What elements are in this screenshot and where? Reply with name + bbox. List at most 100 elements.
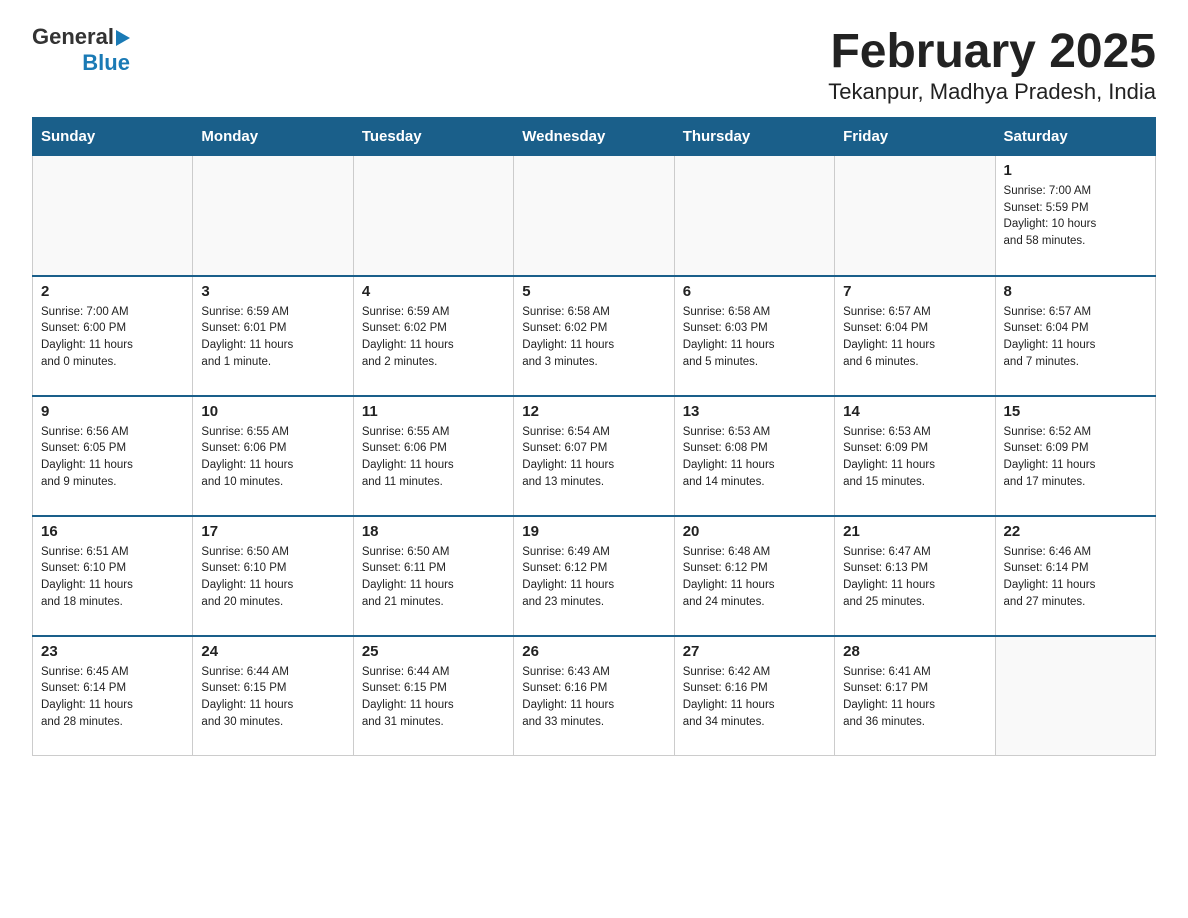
day-number: 7: [843, 283, 986, 300]
day-info: Sunrise: 6:46 AM Sunset: 6:14 PM Dayligh…: [1004, 544, 1147, 611]
calendar-cell: 28 Sunrise: 6:41 AM Sunset: 6:17 PM Dayli…: [835, 636, 995, 756]
calendar-cell: 6Sunrise: 6:58 AM Sunset: 6:03 PM Daylig…: [674, 276, 834, 396]
calendar-header-row: SundayMondayTuesdayWednesdayThursdayFrid…: [33, 118, 1156, 156]
day-number: 21: [843, 523, 986, 540]
calendar-cell: 13 Sunrise: 6:53 AM Sunset: 6:08 PM Dayli…: [674, 396, 834, 516]
logo: General Blue: [32, 24, 130, 76]
calendar-cell: 20 Sunrise: 6:48 AM Sunset: 6:12 PM Dayli…: [674, 516, 834, 636]
calendar-table: SundayMondayTuesdayWednesdayThursdayFrid…: [32, 117, 1156, 756]
weekday-header: Saturday: [995, 118, 1155, 156]
weekday-header: Friday: [835, 118, 995, 156]
title-block: February 2025 Tekanpur, Madhya Pradesh, …: [828, 24, 1156, 105]
day-number: 4: [362, 283, 505, 300]
page-subtitle: Tekanpur, Madhya Pradesh, India: [828, 79, 1156, 105]
calendar-cell: 18 Sunrise: 6:50 AM Sunset: 6:11 PM Dayli…: [353, 516, 513, 636]
day-info: Sunrise: 6:44 AM Sunset: 6:15 PM Dayligh…: [362, 664, 505, 731]
day-info: Sunrise: 6:52 AM Sunset: 6:09 PM Dayligh…: [1004, 424, 1147, 491]
day-info: Sunrise: 6:55 AM Sunset: 6:06 PM Dayligh…: [201, 424, 344, 491]
day-number: 22: [1004, 523, 1147, 540]
day-info: Sunrise: 6:59 AM Sunset: 6:02 PM Dayligh…: [362, 304, 505, 371]
calendar-week-row: 1 Sunrise: 7:00 AM Sunset: 5:59 PM Daylig…: [33, 156, 1156, 276]
calendar-cell: [193, 156, 353, 276]
calendar-cell: 21 Sunrise: 6:47 AM Sunset: 6:13 PM Dayli…: [835, 516, 995, 636]
day-number: 23: [41, 643, 184, 660]
weekday-header: Tuesday: [353, 118, 513, 156]
calendar-cell: 24Sunrise: 6:44 AM Sunset: 6:15 PM Dayli…: [193, 636, 353, 756]
calendar-cell: 9 Sunrise: 6:56 AM Sunset: 6:05 PM Daylig…: [33, 396, 193, 516]
calendar-cell: [514, 156, 674, 276]
day-number: 6: [683, 283, 826, 300]
day-info: Sunrise: 6:55 AM Sunset: 6:06 PM Dayligh…: [362, 424, 505, 491]
day-number: 12: [522, 403, 665, 420]
day-info: Sunrise: 6:49 AM Sunset: 6:12 PM Dayligh…: [522, 544, 665, 611]
weekday-header: Thursday: [674, 118, 834, 156]
page-header: General Blue February 2025 Tekanpur, Mad…: [32, 24, 1156, 105]
calendar-cell: 15Sunrise: 6:52 AM Sunset: 6:09 PM Dayli…: [995, 396, 1155, 516]
day-info: Sunrise: 7:00 AM Sunset: 6:00 PM Dayligh…: [41, 304, 184, 371]
day-info: Sunrise: 6:53 AM Sunset: 6:09 PM Dayligh…: [843, 424, 986, 491]
day-info: Sunrise: 6:57 AM Sunset: 6:04 PM Dayligh…: [1004, 304, 1147, 371]
day-info: Sunrise: 6:41 AM Sunset: 6:17 PM Dayligh…: [843, 664, 986, 731]
day-info: Sunrise: 6:53 AM Sunset: 6:08 PM Dayligh…: [683, 424, 826, 491]
calendar-cell: 25Sunrise: 6:44 AM Sunset: 6:15 PM Dayli…: [353, 636, 513, 756]
calendar-cell: 23 Sunrise: 6:45 AM Sunset: 6:14 PM Dayli…: [33, 636, 193, 756]
calendar-cell: 8 Sunrise: 6:57 AM Sunset: 6:04 PM Daylig…: [995, 276, 1155, 396]
calendar-cell: 17 Sunrise: 6:50 AM Sunset: 6:10 PM Dayli…: [193, 516, 353, 636]
calendar-cell: [674, 156, 834, 276]
day-number: 28: [843, 643, 986, 660]
day-info: Sunrise: 6:50 AM Sunset: 6:10 PM Dayligh…: [201, 544, 344, 611]
calendar-week-row: 2 Sunrise: 7:00 AM Sunset: 6:00 PM Daylig…: [33, 276, 1156, 396]
logo-icon: General Blue: [32, 24, 130, 76]
day-info: Sunrise: 6:51 AM Sunset: 6:10 PM Dayligh…: [41, 544, 184, 611]
day-info: Sunrise: 6:47 AM Sunset: 6:13 PM Dayligh…: [843, 544, 986, 611]
calendar-week-row: 16 Sunrise: 6:51 AM Sunset: 6:10 PM Dayli…: [33, 516, 1156, 636]
page-title: February 2025: [828, 24, 1156, 79]
day-number: 11: [362, 403, 505, 420]
logo-general-text: General: [32, 24, 114, 50]
calendar-cell: 19Sunrise: 6:49 AM Sunset: 6:12 PM Dayli…: [514, 516, 674, 636]
calendar-cell: 16 Sunrise: 6:51 AM Sunset: 6:10 PM Dayli…: [33, 516, 193, 636]
day-number: 24: [201, 643, 344, 660]
day-info: Sunrise: 6:58 AM Sunset: 6:02 PM Dayligh…: [522, 304, 665, 371]
calendar-cell: 14 Sunrise: 6:53 AM Sunset: 6:09 PM Dayli…: [835, 396, 995, 516]
day-info: Sunrise: 6:57 AM Sunset: 6:04 PM Dayligh…: [843, 304, 986, 371]
day-number: 1: [1004, 162, 1147, 179]
logo-blue-text: Blue: [82, 50, 130, 76]
calendar-cell: 22 Sunrise: 6:46 AM Sunset: 6:14 PM Dayli…: [995, 516, 1155, 636]
calendar-week-row: 9 Sunrise: 6:56 AM Sunset: 6:05 PM Daylig…: [33, 396, 1156, 516]
calendar-cell: 7 Sunrise: 6:57 AM Sunset: 6:04 PM Daylig…: [835, 276, 995, 396]
day-info: Sunrise: 6:50 AM Sunset: 6:11 PM Dayligh…: [362, 544, 505, 611]
day-info: Sunrise: 6:45 AM Sunset: 6:14 PM Dayligh…: [41, 664, 184, 731]
day-number: 2: [41, 283, 184, 300]
day-number: 14: [843, 403, 986, 420]
day-number: 20: [683, 523, 826, 540]
calendar-cell: 1 Sunrise: 7:00 AM Sunset: 5:59 PM Daylig…: [995, 156, 1155, 276]
calendar-cell: [33, 156, 193, 276]
day-info: Sunrise: 6:43 AM Sunset: 6:16 PM Dayligh…: [522, 664, 665, 731]
day-number: 18: [362, 523, 505, 540]
weekday-header: Monday: [193, 118, 353, 156]
calendar-cell: 4 Sunrise: 6:59 AM Sunset: 6:02 PM Daylig…: [353, 276, 513, 396]
calendar-cell: 12 Sunrise: 6:54 AM Sunset: 6:07 PM Dayli…: [514, 396, 674, 516]
day-info: Sunrise: 7:00 AM Sunset: 5:59 PM Dayligh…: [1004, 183, 1147, 250]
day-number: 17: [201, 523, 344, 540]
day-info: Sunrise: 6:48 AM Sunset: 6:12 PM Dayligh…: [683, 544, 826, 611]
day-info: Sunrise: 6:56 AM Sunset: 6:05 PM Dayligh…: [41, 424, 184, 491]
calendar-cell: 3Sunrise: 6:59 AM Sunset: 6:01 PM Daylig…: [193, 276, 353, 396]
day-number: 10: [201, 403, 344, 420]
calendar-cell: 10 Sunrise: 6:55 AM Sunset: 6:06 PM Dayli…: [193, 396, 353, 516]
calendar-cell: 5Sunrise: 6:58 AM Sunset: 6:02 PM Daylig…: [514, 276, 674, 396]
day-info: Sunrise: 6:54 AM Sunset: 6:07 PM Dayligh…: [522, 424, 665, 491]
day-number: 9: [41, 403, 184, 420]
calendar-cell: 2 Sunrise: 7:00 AM Sunset: 6:00 PM Daylig…: [33, 276, 193, 396]
calendar-cell: [353, 156, 513, 276]
day-number: 8: [1004, 283, 1147, 300]
day-number: 16: [41, 523, 184, 540]
calendar-week-row: 23 Sunrise: 6:45 AM Sunset: 6:14 PM Dayli…: [33, 636, 1156, 756]
weekday-header: Sunday: [33, 118, 193, 156]
calendar-cell: 11 Sunrise: 6:55 AM Sunset: 6:06 PM Dayli…: [353, 396, 513, 516]
calendar-cell: [995, 636, 1155, 756]
day-number: 13: [683, 403, 826, 420]
day-number: 26: [522, 643, 665, 660]
day-number: 3: [201, 283, 344, 300]
